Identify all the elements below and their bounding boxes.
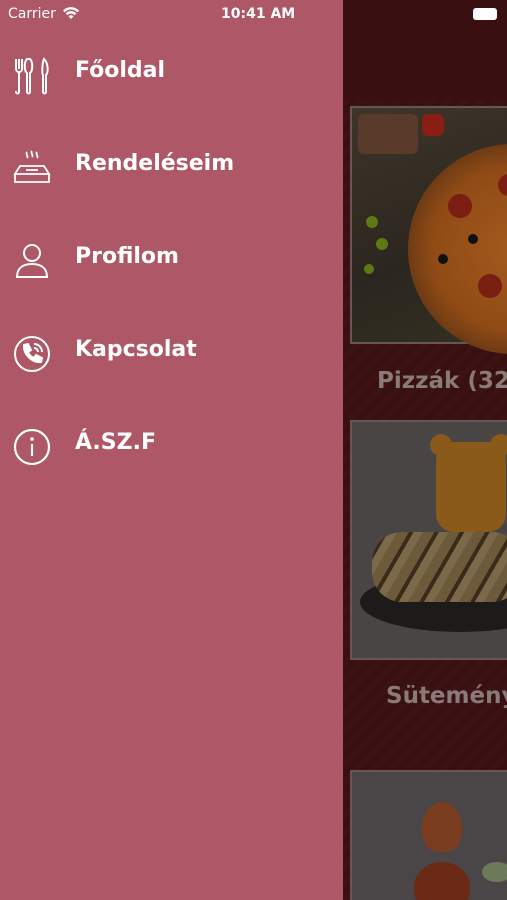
status-bar: Carrier 10:41 AM: [0, 0, 507, 30]
user-icon: [15, 244, 49, 278]
category-title-pizza[interactable]: Pizzák (32: [377, 368, 507, 394]
pizza-image: [352, 108, 507, 354]
category-title-cake[interactable]: Sütemény: [386, 683, 507, 709]
menu-label-profile: Profilom: [75, 244, 179, 269]
menu-label-terms: Á.SZ.F: [75, 430, 156, 455]
category-card-sauce[interactable]: [350, 770, 507, 900]
hot-dish-icon: [13, 150, 51, 183]
menu-label-home: Főoldal: [75, 58, 166, 83]
menu-item-terms[interactable]: Á.SZ.F: [0, 415, 343, 475]
menu-label-contact: Kapcsolat: [75, 337, 197, 362]
navigation-drawer: Főoldal Rendeléseim Profilom Kapcsolat Á…: [0, 0, 343, 900]
category-card-cake[interactable]: [350, 420, 507, 660]
wifi-icon: [63, 7, 79, 19]
info-icon: [13, 428, 51, 466]
clock: 10:41 AM: [221, 6, 296, 22]
menu-label-orders: Rendeléseim: [75, 151, 235, 176]
carrier-label: Carrier: [8, 6, 56, 22]
cake-image: [352, 422, 507, 658]
phone-icon: [14, 336, 50, 372]
menu-item-contact[interactable]: Kapcsolat: [0, 322, 343, 382]
cutlery-icon: [15, 57, 49, 95]
sauce-image: [352, 772, 507, 900]
battery-icon: [473, 8, 497, 20]
menu-item-home[interactable]: Főoldal: [0, 43, 343, 103]
category-card-pizza[interactable]: [350, 106, 507, 354]
menu-item-profile[interactable]: Profilom: [0, 229, 343, 289]
menu-item-orders[interactable]: Rendeléseim: [0, 136, 343, 196]
